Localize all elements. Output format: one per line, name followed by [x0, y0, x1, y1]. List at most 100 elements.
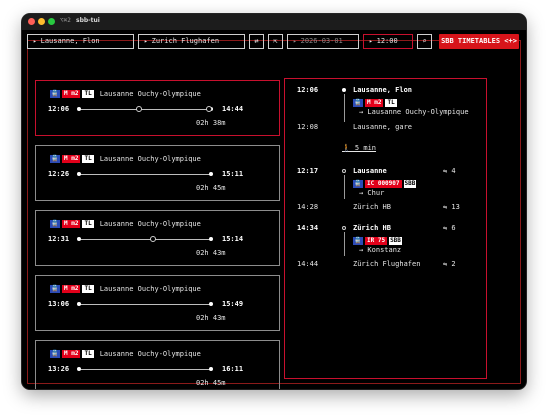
leg2-arrival-stop: Zürich HB [353, 203, 391, 211]
chevron-right-icon: ▸ [144, 38, 148, 45]
duration: 02h 45m [196, 184, 226, 192]
destination: Lausanne Ouchy-Olympique [99, 89, 201, 98]
journey-track [79, 304, 211, 305]
chevron-right-icon: ▸ [33, 38, 37, 45]
destination: Lausanne Ouchy-Olympique [99, 284, 201, 293]
title-bar: ⌥⌘2 sbb-tui [22, 14, 526, 30]
duration: 02h 43m [196, 314, 226, 322]
change-stop-icon [136, 106, 143, 112]
line-badges: 🚆 M m2 TL Lausanne Ouchy-Olympique [50, 284, 201, 293]
leg2-departure-time: 12:17 [297, 167, 319, 175]
terminal-content: ▸ Lausanne, Flon ▸ Zurich Flughafen ⇄ ⇱ ▸ 2… [22, 30, 526, 389]
line-badge: M m2 [62, 349, 81, 358]
window-shortcut: ⌥⌘2 [60, 17, 71, 24]
chevron-right-icon: ▸ [369, 38, 373, 45]
train-icon: 🚆 [50, 89, 60, 98]
leg3-arrival-platform: ⇋ 2 [443, 260, 456, 268]
line-badge: M m2 [62, 284, 81, 293]
arrival-time: 16:11 [222, 365, 244, 373]
date-input[interactable]: ▸ 2026-03-01 [287, 34, 359, 49]
departure-time: 13:06 [48, 300, 70, 308]
operator-badge: TL [385, 99, 397, 107]
connection-card[interactable]: 🚆 M m2 TL Lausanne Ouchy-Olympique 12:06 14:4… [35, 80, 280, 136]
duration: 02h 43m [196, 249, 226, 257]
sbb-timetables-button[interactable]: SBB TIMETABLES <+> [439, 34, 519, 49]
to-value: Zurich Flughafen [151, 37, 220, 45]
departure-time: 12:31 [48, 235, 70, 243]
chevron-right-icon: ▸ [293, 38, 297, 45]
duration: 02h 38m [196, 119, 226, 127]
train-icon: 🚆 [50, 284, 60, 293]
leg2-departure-stop: Lausanne [353, 167, 387, 175]
arrival-time: 15:49 [222, 300, 244, 308]
leg3-departure-time: 14:34 [297, 224, 319, 232]
leg3-departure-stop: Zürich HB [353, 224, 391, 232]
connection-card[interactable]: 🚆 M m2 TL Lausanne Ouchy-Olympique 13:06 15:4… [35, 275, 280, 331]
operator-badge: TL [82, 219, 94, 228]
leg2-arrival-platform: ⇋ 13 [443, 203, 460, 211]
leg3-arrival-time: 14:44 [297, 260, 319, 268]
arrival-icon: ⇱ [273, 37, 278, 45]
line-badges: 🚆 M m2 TL Lausanne Ouchy-Olympique [50, 219, 201, 228]
departure-dot-icon [77, 367, 81, 371]
leg3-departure-platform: ⇋ 6 [443, 224, 456, 232]
arrival-dot-icon [209, 367, 213, 371]
train-icon: 🚆 [353, 237, 363, 245]
operator-badge: TL [82, 284, 94, 293]
train-icon: 🚆 [50, 219, 60, 228]
destination: Lausanne Ouchy-Olympique [99, 349, 201, 358]
leg3-direction: → Konstanz [359, 246, 402, 254]
connection-card[interactable]: 🚆 M m2 TL Lausanne Ouchy-Olympique 12:31 15:1… [35, 210, 280, 266]
connection-card[interactable]: 🚆 M m2 TL Lausanne Ouchy-Olympique 13:26 16:1… [35, 340, 280, 389]
leg2-line-badges: 🚆 IC 000907 SBB [353, 180, 417, 188]
arrival-dot-icon [209, 237, 213, 241]
leg1-departure-stop: Lausanne, Flon [353, 86, 413, 94]
connection-card[interactable]: 🚆 M m2 TL Lausanne Ouchy-Olympique 12:26 15:1… [35, 145, 280, 201]
journey-track [79, 239, 211, 240]
operator-badge: TL [82, 154, 94, 163]
leg1-route-line [344, 94, 345, 122]
train-icon: 🚆 [353, 180, 363, 188]
time-value: 12:00 [376, 37, 398, 45]
journey-track [79, 369, 211, 370]
departure-dot-icon [77, 107, 81, 111]
leg1-arrival-stop: Lausanne, gare [353, 123, 413, 131]
leg2-route-line [344, 175, 345, 199]
arrival-dot-icon [209, 302, 213, 306]
line-badges: 🚆 M m2 TL Lausanne Ouchy-Olympique [50, 349, 201, 358]
arrival-mode-button[interactable]: ⇱ [268, 34, 283, 49]
journey-track [79, 109, 211, 110]
departure-dot-icon [77, 237, 81, 241]
line-badge: IR 75 [365, 237, 388, 245]
connection-detail-panel: 12:06 Lausanne, Flon 🚆 M m2 TL → Lausann… [284, 78, 487, 379]
journey-track [79, 174, 211, 175]
line-badges: 🚆 M m2 TL Lausanne Ouchy-Olympique [50, 154, 201, 163]
time-input[interactable]: ▸ 12:00 [363, 34, 413, 49]
search-icon: ⌕ [422, 37, 427, 45]
operator-badge: SBB [403, 180, 417, 188]
zoom-window-button[interactable] [48, 18, 55, 25]
arrival-time: 15:11 [222, 170, 244, 178]
departure-time: 13:26 [48, 365, 70, 373]
line-badge: M m2 [62, 219, 81, 228]
leg3-route-line [344, 232, 345, 256]
arrival-time: 14:44 [222, 105, 244, 113]
swap-button[interactable]: ⇄ [249, 34, 264, 49]
operator-badge: SBB [389, 237, 402, 245]
arrival-time: 15:14 [222, 235, 244, 243]
stop-bullet-icon [342, 88, 346, 92]
from-value: Lausanne, Flon [40, 37, 100, 45]
search-button[interactable]: ⌕ [417, 34, 432, 49]
close-window-button[interactable] [28, 18, 35, 25]
to-input[interactable]: ▸ Zurich Flughafen [138, 34, 245, 49]
leg2-arrival-time: 14:28 [297, 203, 319, 211]
stop-ring-icon [342, 226, 346, 230]
from-input[interactable]: ▸ Lausanne, Flon [27, 34, 134, 49]
departure-time: 12:06 [48, 105, 70, 113]
minimize-window-button[interactable] [38, 18, 45, 25]
operator-badge: TL [82, 89, 94, 98]
arrival-dot-icon [209, 172, 213, 176]
train-icon: 🚆 [50, 349, 60, 358]
leg1-arrival-time: 12:08 [297, 123, 319, 131]
change-stop-icon [206, 106, 213, 112]
